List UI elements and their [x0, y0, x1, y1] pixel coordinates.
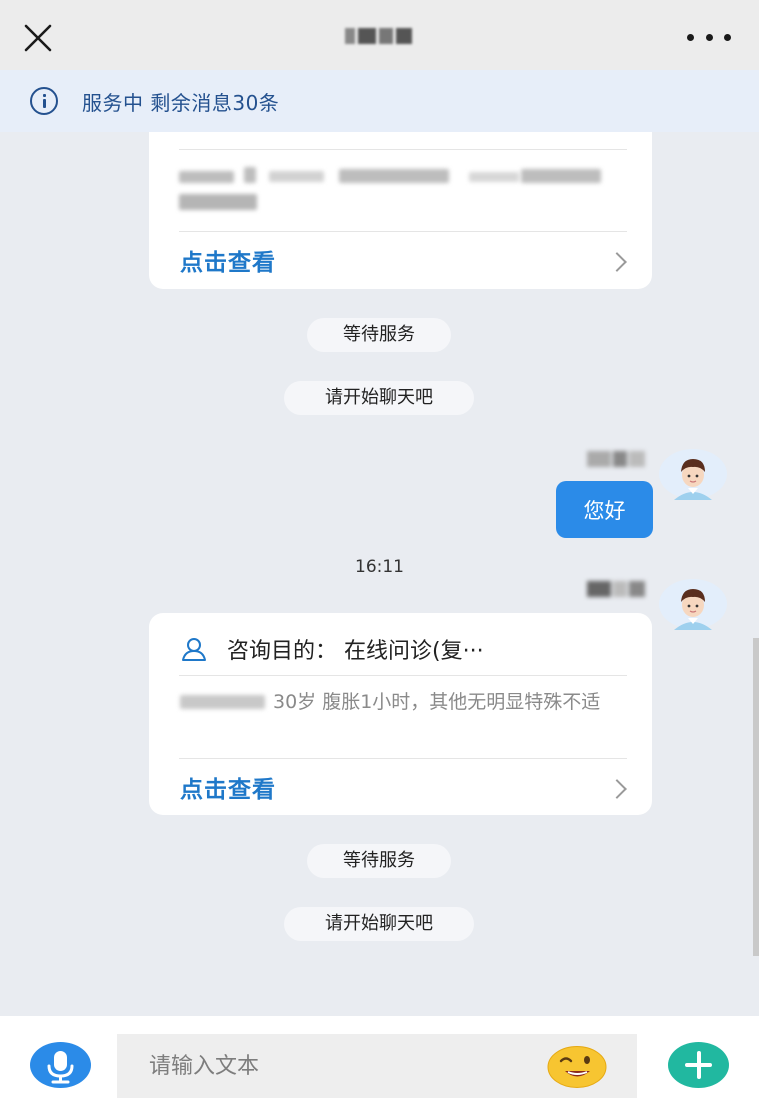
card-divider	[179, 231, 627, 232]
sender-name	[585, 447, 655, 471]
system-notice: 请开始聊天吧	[284, 907, 474, 941]
system-notice: 请开始聊天吧	[284, 381, 474, 415]
redacted-text	[521, 169, 601, 183]
card-header: 咨询目的： 在线问诊(复···	[179, 629, 632, 669]
chevron-right-icon[interactable]	[607, 779, 627, 799]
view-details-link[interactable]: 点击查看	[180, 770, 276, 804]
view-details-link[interactable]: 点击查看	[180, 243, 276, 277]
input-bar	[0, 1016, 759, 1115]
redacted-text	[179, 171, 234, 183]
emoji-icon[interactable]	[547, 1046, 607, 1088]
top-bar	[0, 0, 759, 70]
user-message-bubble[interactable]: 您好	[556, 481, 653, 538]
add-button[interactable]	[668, 1042, 729, 1088]
system-notice: 等待服务	[307, 844, 451, 878]
card-divider	[179, 675, 627, 676]
chat-area[interactable]: 点击查看 等待服务 请开始聊天吧 您好 16:11 咨询目的： 在线问诊(复··…	[0, 132, 759, 1016]
avatar[interactable]	[658, 448, 728, 500]
card-divider	[179, 149, 627, 150]
service-status-bar: 服务中 剩余消息30条	[0, 70, 759, 132]
message-timestamp: 16:11	[355, 557, 404, 577]
consult-card[interactable]: 咨询目的： 在线问诊(复··· 30岁 腹胀1小时，其他无明显特殊不适 点击查看	[149, 613, 652, 815]
scrollbar[interactable]	[753, 638, 759, 956]
voice-button[interactable]	[30, 1042, 91, 1088]
more-icon[interactable]	[687, 22, 731, 52]
microphone-icon	[47, 1051, 74, 1084]
card-description: 30岁 腹胀1小时，其他无明显特殊不适	[273, 691, 601, 713]
chevron-right-icon[interactable]	[607, 252, 627, 272]
consult-card: 点击查看	[149, 132, 652, 289]
system-notice: 等待服务	[307, 318, 451, 352]
redacted-text	[339, 169, 449, 183]
info-icon	[30, 87, 58, 115]
redacted-text	[469, 172, 519, 182]
sender-name	[585, 577, 655, 601]
user-icon	[182, 638, 206, 661]
redacted-text	[244, 167, 256, 183]
card-title: 咨询目的： 在线问诊(复···	[227, 639, 484, 664]
card-divider	[179, 758, 627, 759]
redacted-text	[179, 194, 257, 210]
close-icon[interactable]	[20, 20, 56, 56]
service-status-text: 服务中 剩余消息30条	[82, 90, 280, 115]
page-title	[338, 22, 418, 50]
redacted-text	[269, 171, 324, 182]
avatar[interactable]	[658, 578, 728, 630]
